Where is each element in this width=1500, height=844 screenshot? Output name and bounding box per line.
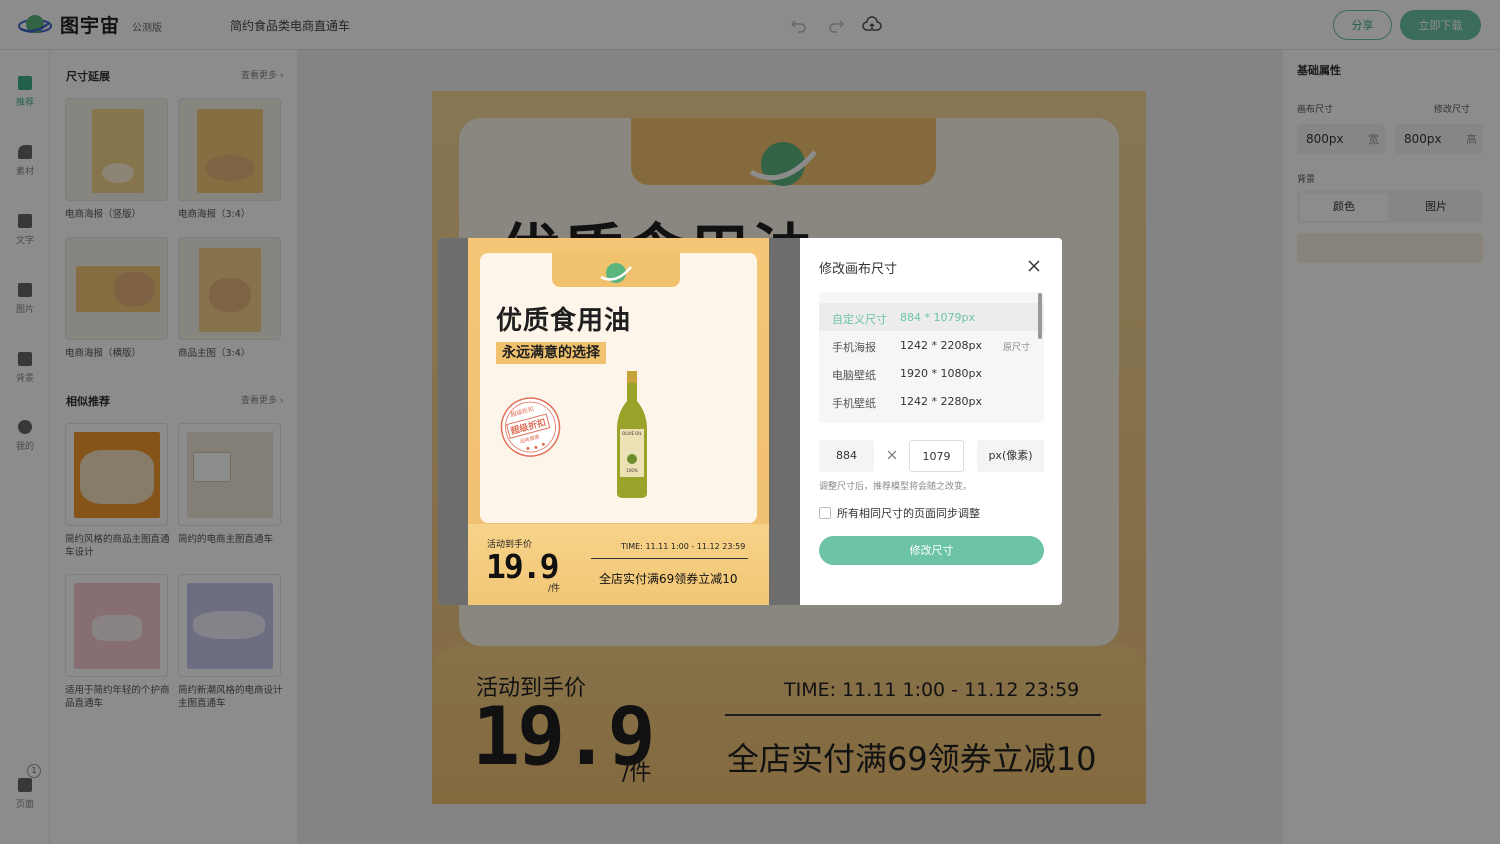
bottle-badge: 100% xyxy=(626,468,638,473)
size-option-desktop-wallpaper[interactable]: 电脑壁纸 1920 * 1080px xyxy=(819,359,1044,387)
height-input[interactable]: 1079 xyxy=(909,440,964,472)
size-option-custom[interactable]: 自定义尺寸 884 * 1079px xyxy=(819,303,1044,331)
preview-unit: /件 xyxy=(548,584,561,594)
close-icon[interactable] xyxy=(1026,258,1042,274)
size-name: 电脑壁纸 xyxy=(832,369,876,382)
size-dimensions: 1920 * 1080px xyxy=(900,367,982,380)
sync-checkbox[interactable] xyxy=(819,507,831,519)
preview-price-section: 活动到手价 19.9 /件 TIME: 11.11 1:00 - 11.12 2… xyxy=(468,524,769,605)
resize-dialog: 修改画布尺寸 自定义尺寸 884 * 1079px 手机海报 1242 * 22… xyxy=(800,238,1062,605)
olive-oil-bottle: OLIVE OIL 100% xyxy=(615,371,649,498)
preview-promo: 全店实付满69领券立减10 xyxy=(599,572,738,586)
resize-modal: 优质食用油 永远满意的选择 超级折扣 超级折扣 品味健康 OLIVE OIL 1… xyxy=(438,238,1062,605)
resize-preview: 优质食用油 永远满意的选择 超级折扣 超级折扣 品味健康 OLIVE OIL 1… xyxy=(438,238,800,605)
divider xyxy=(591,558,748,559)
preview-price: 19.9 xyxy=(486,547,559,586)
preview-subheadline: 永远满意的选择 xyxy=(496,342,606,364)
preview-time: TIME: 11.11 1:00 - 11.12 23:59 xyxy=(621,542,746,551)
sync-label[interactable]: 所有相同尺寸的页面同步调整 xyxy=(837,505,980,521)
preset-size-list: 自定义尺寸 884 * 1079px 手机海报 1242 * 2208px 原尺… xyxy=(819,292,1044,423)
preview-headline: 优质食用油 xyxy=(496,306,632,336)
unit-select[interactable]: px(像素) xyxy=(977,440,1044,472)
bottle-label: OLIVE OIL xyxy=(622,431,642,436)
preview-logo-tab xyxy=(552,253,680,287)
planet-logo-icon xyxy=(600,263,632,283)
original-size-tag: 原尺寸 xyxy=(1003,343,1031,353)
size-dimensions: 1242 * 2208px xyxy=(900,339,982,352)
size-name: 手机壁纸 xyxy=(832,397,876,410)
size-dimensions: 1242 * 2280px xyxy=(900,395,982,408)
size-option-phone-wallpaper[interactable]: 手机壁纸 1242 * 2280px xyxy=(819,387,1044,415)
size-dimensions: 884 * 1079px xyxy=(900,311,975,324)
size-name: 自定义尺寸 xyxy=(832,313,887,326)
list-scrollbar[interactable] xyxy=(1038,293,1042,339)
size-name: 手机海报 xyxy=(832,341,876,354)
apply-resize-button[interactable]: 修改尺寸 xyxy=(819,536,1044,565)
dialog-title: 修改画布尺寸 xyxy=(819,262,898,277)
resize-hint: 调整尺寸后，推荐模型将会随之改变。 xyxy=(819,482,973,492)
multiply-icon xyxy=(887,450,897,460)
size-option-phone-poster[interactable]: 手机海报 1242 * 2208px 原尺寸 xyxy=(819,331,1044,359)
preview-poster: 优质食用油 永远满意的选择 超级折扣 超级折扣 品味健康 OLIVE OIL 1… xyxy=(468,238,769,605)
width-input[interactable]: 884 xyxy=(819,440,874,472)
